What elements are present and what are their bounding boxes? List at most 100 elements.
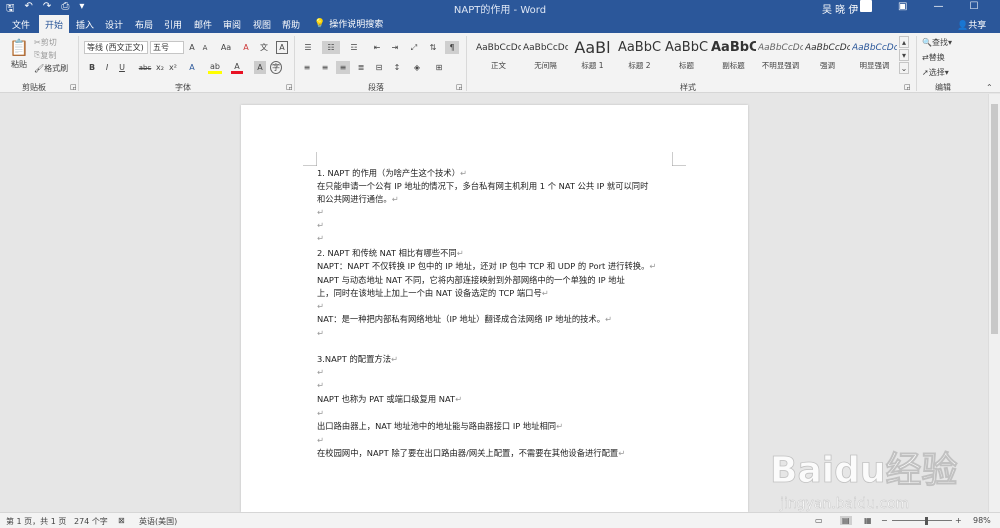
select-button[interactable]: ➚ 选择 ▾	[922, 67, 949, 78]
gallery-up-icon[interactable]: ▴	[899, 36, 909, 48]
decrease-indent-icon[interactable]: ⇤	[370, 41, 384, 54]
style-title[interactable]: AaBbC 标题	[664, 36, 709, 76]
shading-icon[interactable]: ◈	[410, 61, 424, 74]
char-shading-button[interactable]: A	[254, 61, 266, 74]
zoom-level[interactable]: 98%	[973, 516, 991, 525]
text-effects-button[interactable]: A	[186, 61, 198, 74]
style-subtle-emphasis[interactable]: AaBbCcDc 不明显强调	[758, 36, 803, 76]
scrollbar-thumb[interactable]	[991, 104, 998, 334]
bold-button[interactable]: B	[87, 61, 97, 74]
dialog-launcher-icon[interactable]: ◲	[456, 83, 463, 91]
char-border-button[interactable]: A	[276, 41, 288, 54]
doc-line[interactable]: ↵	[317, 207, 324, 218]
doc-line[interactable]: ↵	[317, 233, 324, 244]
increase-indent-icon[interactable]: ⇥	[388, 41, 402, 54]
tab-mailings[interactable]: 邮件	[194, 18, 212, 31]
align-center-icon[interactable]: ≡	[318, 61, 332, 74]
web-layout-icon[interactable]: ▦	[864, 516, 872, 525]
ribbon-display-icon[interactable]: ▣	[898, 1, 907, 12]
doc-line[interactable]: ↵	[317, 301, 324, 312]
style-subtitle[interactable]: AaBbC 副标题	[711, 36, 756, 76]
zoom-in-button[interactable]: +	[955, 516, 962, 525]
read-mode-icon[interactable]: ▭	[815, 516, 823, 525]
font-color-button[interactable]: A	[231, 61, 243, 74]
avatar[interactable]	[860, 0, 872, 12]
style-normal[interactable]: AaBbCcDc 正文	[476, 36, 521, 76]
tab-review[interactable]: 审阅	[223, 18, 241, 31]
chinese-layout-icon[interactable]: ⤢	[407, 41, 421, 54]
doc-line[interactable]: 在校园网中，NAPT 除了要在出口路由器/网关上配置，不需要在其他设备进行配置↵	[317, 448, 625, 459]
show-marks-icon[interactable]: ¶	[445, 41, 459, 54]
share-button[interactable]: 👤共享	[957, 18, 986, 31]
align-left-icon[interactable]: ≡	[300, 61, 314, 74]
proofing-icon[interactable]: ⊠	[118, 516, 125, 525]
find-button[interactable]: 🔍 查找 ▾	[922, 37, 952, 48]
doc-line[interactable]: 在只能申请一个公有 IP 地址的情况下，多台私有网主机利用 1 个 NAT 公共…	[317, 181, 648, 192]
align-right-icon[interactable]: ≡	[336, 61, 350, 74]
justify-icon[interactable]: ≣	[354, 61, 368, 74]
doc-line[interactable]: 出口路由器上，NAT 地址池中的地址能与路由器接口 IP 地址相同↵	[317, 421, 563, 432]
change-case-button[interactable]: Aa	[218, 41, 234, 54]
doc-line[interactable]: ↵	[317, 367, 324, 378]
zoom-slider-handle[interactable]	[925, 517, 928, 525]
line-spacing-icon[interactable]: ↕	[390, 61, 404, 74]
minimize-button[interactable]: —	[933, 1, 943, 12]
style-heading2[interactable]: AaBbC 标题 2	[617, 36, 662, 76]
tab-design[interactable]: 设计	[105, 18, 123, 31]
shrink-font-button[interactable]: A	[200, 41, 210, 54]
grow-font-button[interactable]: A	[187, 41, 197, 54]
paste-button[interactable]: 粘贴	[8, 59, 30, 69]
superscript-button[interactable]: x²	[168, 61, 178, 74]
paste-icon[interactable]: 📋	[8, 36, 30, 58]
sort-icon[interactable]: ⇅	[426, 41, 440, 54]
doc-line[interactable]: NAPT 也称为 PAT 或端口级复用 NAT↵	[317, 394, 462, 405]
doc-line[interactable]: ↵	[317, 435, 324, 446]
dialog-launcher-icon[interactable]: ◲	[904, 83, 911, 91]
highlight-button[interactable]: ab	[208, 61, 222, 74]
doc-line[interactable]: 3.NAPT 的配置方法↵	[317, 354, 398, 365]
language[interactable]: 英语(美国)	[139, 516, 177, 527]
strikethrough-button[interactable]: abc	[138, 61, 152, 74]
doc-line[interactable]: ↵	[317, 328, 324, 339]
doc-line[interactable]: ↵	[317, 408, 324, 419]
multilevel-list-icon[interactable]: ☲	[346, 41, 362, 54]
doc-line[interactable]: ↵	[317, 220, 324, 231]
collapse-ribbon-icon[interactable]: ⌃	[986, 83, 993, 92]
user-name[interactable]: 吴 晓 伊	[822, 1, 858, 16]
style-intense-emphasis[interactable]: AaBbCcDc 明显强调	[852, 36, 897, 76]
gallery-more-icon[interactable]: ⌄	[899, 62, 909, 74]
doc-line[interactable]: NAT：是一种把内部私有网络地址（IP 地址）翻译成合法网络 IP 地址的技术。…	[317, 314, 612, 325]
tab-references[interactable]: 引用	[164, 18, 182, 31]
tab-insert[interactable]: 插入	[76, 18, 94, 31]
doc-line[interactable]: NAPT：NAPT 不仅转换 IP 包中的 IP 地址，还对 IP 包中 TCP…	[317, 261, 656, 272]
bullets-icon[interactable]: ☰	[300, 41, 316, 54]
font-name-combo[interactable]: 等线 (西文正文)	[84, 41, 148, 54]
dialog-launcher-icon[interactable]: ◲	[286, 83, 293, 91]
replace-button[interactable]: ⇄ 替换	[922, 52, 945, 63]
phonetic-guide-button[interactable]: 文	[258, 41, 270, 54]
subscript-button[interactable]: x₂	[155, 61, 165, 74]
tab-view[interactable]: 视图	[253, 18, 271, 31]
enclose-char-button[interactable]: 字	[270, 61, 282, 74]
style-heading1[interactable]: AaBl 标题 1	[570, 36, 615, 76]
word-count[interactable]: 274 个字	[74, 516, 108, 527]
dialog-launcher-icon[interactable]: ◲	[70, 83, 77, 91]
distribute-icon[interactable]: ⊟	[372, 61, 386, 74]
tab-layout[interactable]: 布局	[135, 18, 153, 31]
doc-line[interactable]: 和公共网进行通信。↵	[317, 194, 399, 205]
tab-file[interactable]: 文件	[12, 18, 30, 31]
cut-button[interactable]: ✂ 剪切	[34, 37, 57, 47]
style-no-spacing[interactable]: AaBbCcDc 无间隔	[523, 36, 568, 76]
tab-help[interactable]: 帮助	[282, 18, 300, 31]
numbering-icon[interactable]: ☷	[322, 41, 340, 54]
print-layout-icon[interactable]: ▤	[840, 516, 852, 525]
page-count[interactable]: 第 1 页，共 1 页	[6, 516, 66, 527]
tell-me-search[interactable]: 💡 操作说明搜索	[314, 17, 383, 31]
doc-line[interactable]: NAPT 与动态地址 NAT 不同，它将内部连接映射到外部网络中的一个单独的 I…	[317, 275, 625, 286]
maximize-button[interactable]: ☐	[969, 1, 978, 12]
borders-icon[interactable]: ⊞	[432, 61, 446, 74]
copy-button[interactable]: ⎘ 复制	[34, 50, 56, 60]
clear-format-button[interactable]: A	[240, 41, 252, 54]
doc-line[interactable]: ↵	[317, 380, 324, 391]
doc-line[interactable]: 2. NAPT 和传统 NAT 相比有哪些不同↵	[317, 248, 464, 259]
